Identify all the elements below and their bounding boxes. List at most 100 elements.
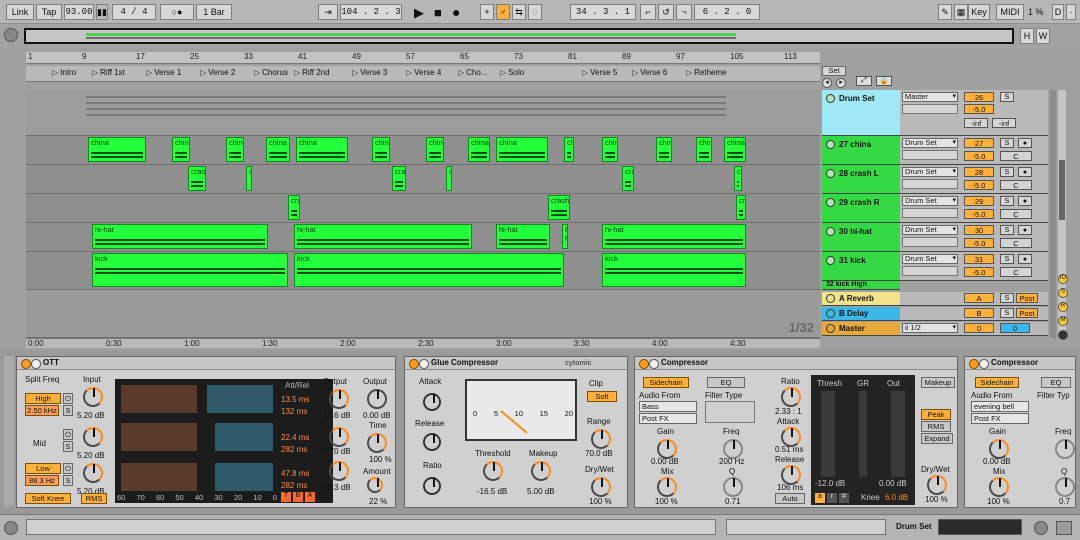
arrangement-overview[interactable]: H W [0, 24, 1080, 48]
sidechain-button[interactable]: Sidechain [643, 377, 689, 388]
sidechain-button[interactable]: Sidechain [975, 377, 1019, 388]
arm-icon[interactable] [826, 169, 835, 179]
track-header-crash-l[interactable]: 28 crash L [822, 165, 900, 194]
mixer-toggle-icon[interactable]: M [1058, 316, 1068, 326]
clip[interactable]: hi-hat [92, 224, 268, 249]
track-number[interactable]: 26 [964, 92, 994, 102]
collapse-icon[interactable] [4, 28, 18, 42]
rms-button[interactable]: RMS [921, 421, 951, 432]
track-number[interactable]: 29 [964, 196, 994, 206]
time-knob[interactable] [367, 433, 387, 453]
mid-output-knob[interactable] [329, 427, 349, 447]
play-icon[interactable]: ▶ [414, 5, 424, 21]
sends-toggle-icon[interactable]: S [1058, 288, 1068, 298]
clip[interactable]: china [656, 137, 672, 162]
device-chain-handle[interactable] [4, 356, 14, 506]
attack-knob[interactable] [423, 393, 441, 411]
clip[interactable]: hi-hat [562, 224, 568, 249]
device-title[interactable]: OTT [17, 357, 395, 370]
solo-button[interactable]: S [1000, 308, 1014, 318]
output-sub-select[interactable] [902, 208, 958, 218]
locator-12[interactable]: Retheme [686, 68, 726, 77]
gain-knob[interactable] [657, 439, 677, 459]
output-sub-select[interactable] [902, 237, 958, 247]
filter-type-grid[interactable] [705, 401, 755, 423]
output-routing-select[interactable]: Drum Set [902, 138, 958, 148]
capture-icon[interactable]: ◌ [528, 4, 542, 20]
track-header-hihat[interactable]: 30 hi-hat [822, 223, 900, 252]
rms-button[interactable]: RMS [81, 493, 107, 504]
locator-bar[interactable]: Intro Riff 1st Verse 1 Verse 2 Chorus Riff 2n… [26, 66, 820, 82]
lane-kick[interactable]: kick kick kick [26, 252, 820, 290]
pan-field[interactable]: C [1000, 267, 1032, 277]
link-button[interactable]: Link [6, 4, 34, 20]
midi-map-button[interactable]: MIDI [996, 4, 1024, 20]
expand-icon[interactable]: ⤢ [856, 76, 872, 86]
follow-icon[interactable]: ⇥ [318, 4, 338, 20]
set-locator-button[interactable]: Set [822, 66, 846, 76]
main-output-value[interactable]: 0.00 dB [363, 411, 391, 420]
high-solo-button[interactable]: S [63, 405, 73, 416]
record-arm-icon[interactable]: ● [1018, 225, 1032, 235]
makeup-button[interactable]: Makeup [921, 377, 955, 388]
expand-button[interactable]: Expand [921, 433, 953, 444]
prev-locator-icon[interactable]: ◂ [822, 78, 832, 88]
ratio-knob[interactable] [781, 387, 801, 407]
auto-release-button[interactable]: Auto [775, 493, 805, 504]
nudge-icon[interactable]: ▮▮ [96, 4, 108, 20]
loop-length-field[interactable]: 6 . 2 . 0 [694, 4, 760, 20]
beat-ruler[interactable]: 1 9 17 25 33 41 49 57 65 73 81 89 97 105 113 [26, 52, 820, 64]
punch-out-icon[interactable]: ¬ [676, 4, 692, 20]
clip[interactable]: crash [246, 166, 252, 191]
high-band-button[interactable]: High [25, 393, 61, 404]
volume-field[interactable]: -5.0 [964, 209, 994, 219]
clip[interactable]: china [266, 137, 290, 162]
session-record-icon[interactable]: ⇆ [512, 4, 526, 20]
locator-7[interactable]: Verse 4 [406, 68, 441, 77]
clip[interactable]: kick [602, 253, 746, 287]
solo-button[interactable]: S [1000, 254, 1014, 264]
output-routing-select[interactable]: Drum Set [902, 225, 958, 235]
track-number[interactable]: 27 [964, 138, 994, 148]
clip[interactable]: china [296, 137, 348, 162]
lane-crash-r[interactable]: crash crash crash [26, 194, 820, 223]
low-solo-button[interactable]: S [63, 475, 73, 486]
attack-knob[interactable] [781, 427, 801, 447]
audio-source-select[interactable]: evening bell [971, 401, 1029, 412]
arm-icon[interactable] [826, 256, 835, 266]
lane-china[interactable]: china china china china china china china china… [26, 136, 820, 165]
tap-point-select[interactable]: Post FX [639, 413, 697, 424]
volume-field[interactable]: -5.0 [964, 267, 994, 277]
post-button[interactable]: Post [1016, 293, 1038, 303]
solo-button[interactable]: S [1000, 225, 1014, 235]
return-letter[interactable]: B [964, 308, 994, 318]
clip[interactable]: crash [188, 166, 206, 191]
fold-icon[interactable] [826, 94, 835, 104]
fit-width-button[interactable]: W [1036, 28, 1050, 44]
amount-knob[interactable] [367, 477, 383, 493]
locator-9[interactable]: Solo [500, 68, 524, 77]
range-knob[interactable] [591, 429, 611, 449]
clip[interactable]: china [468, 137, 490, 162]
arm-icon[interactable] [826, 227, 835, 237]
pan-field[interactable]: C [1000, 209, 1032, 219]
threshold-knob[interactable] [483, 461, 503, 481]
tempo-field[interactable]: 93.00 [64, 4, 94, 20]
metronome-button[interactable]: ○● [160, 4, 194, 20]
clip[interactable]: crash [734, 166, 742, 191]
pan-field[interactable]: C [1000, 238, 1032, 248]
release-knob[interactable] [423, 433, 441, 451]
locator-2[interactable]: Verse 1 [146, 68, 181, 77]
high-input-knob[interactable] [83, 387, 103, 407]
tap-button[interactable]: Tap [36, 4, 62, 20]
master-pan[interactable]: 0 [1000, 323, 1030, 333]
locator-3[interactable]: Verse 2 [200, 68, 235, 77]
locator-8[interactable]: Cho... [458, 68, 487, 77]
volume-field[interactable]: -5.0 [964, 238, 994, 248]
automation-arm-icon[interactable]: ♂ [496, 4, 510, 20]
freq-knob[interactable] [723, 439, 743, 459]
peak-button[interactable]: Peak [921, 409, 951, 420]
low-attack-value[interactable]: 47.8 ms [281, 469, 309, 478]
record-arm-icon[interactable]: ● [1018, 254, 1032, 264]
pan-field[interactable]: C [1000, 180, 1032, 190]
